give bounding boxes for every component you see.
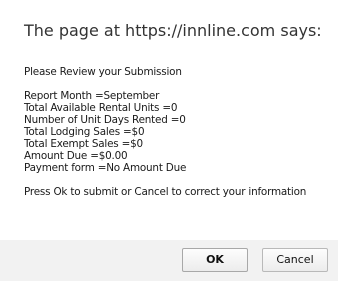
ok-button[interactable]: OK xyxy=(182,248,248,272)
detail-total-exempt-sales: Total Exempt Sales =$0 xyxy=(24,138,143,150)
alert-dialog: The page at https://innline.com says: Pl… xyxy=(0,0,338,281)
detail-payment-form: Payment form =No Amount Due xyxy=(24,162,187,174)
message-heading: Please Review your Submission xyxy=(24,66,182,78)
detail-total-lodging-sales: Total Lodging Sales =$0 xyxy=(24,126,145,138)
detail-total-available-rental-units: Total Available Rental Units =0 xyxy=(24,102,178,114)
detail-number-of-unit-days-rented: Number of Unit Days Rented =0 xyxy=(24,114,186,126)
detail-report-month: Report Month =September xyxy=(24,90,160,102)
dialog-button-bar: OK Cancel xyxy=(0,240,338,281)
dialog-title: The page at https://innline.com says: xyxy=(24,21,322,40)
cancel-button[interactable]: Cancel xyxy=(262,248,328,272)
detail-amount-due: Amount Due =$0.00 xyxy=(24,150,128,162)
dialog-message: Please Review your Submission Report Mon… xyxy=(24,66,306,198)
confirmation-prompt: Press Ok to submit or Cancel to correct … xyxy=(24,186,307,198)
